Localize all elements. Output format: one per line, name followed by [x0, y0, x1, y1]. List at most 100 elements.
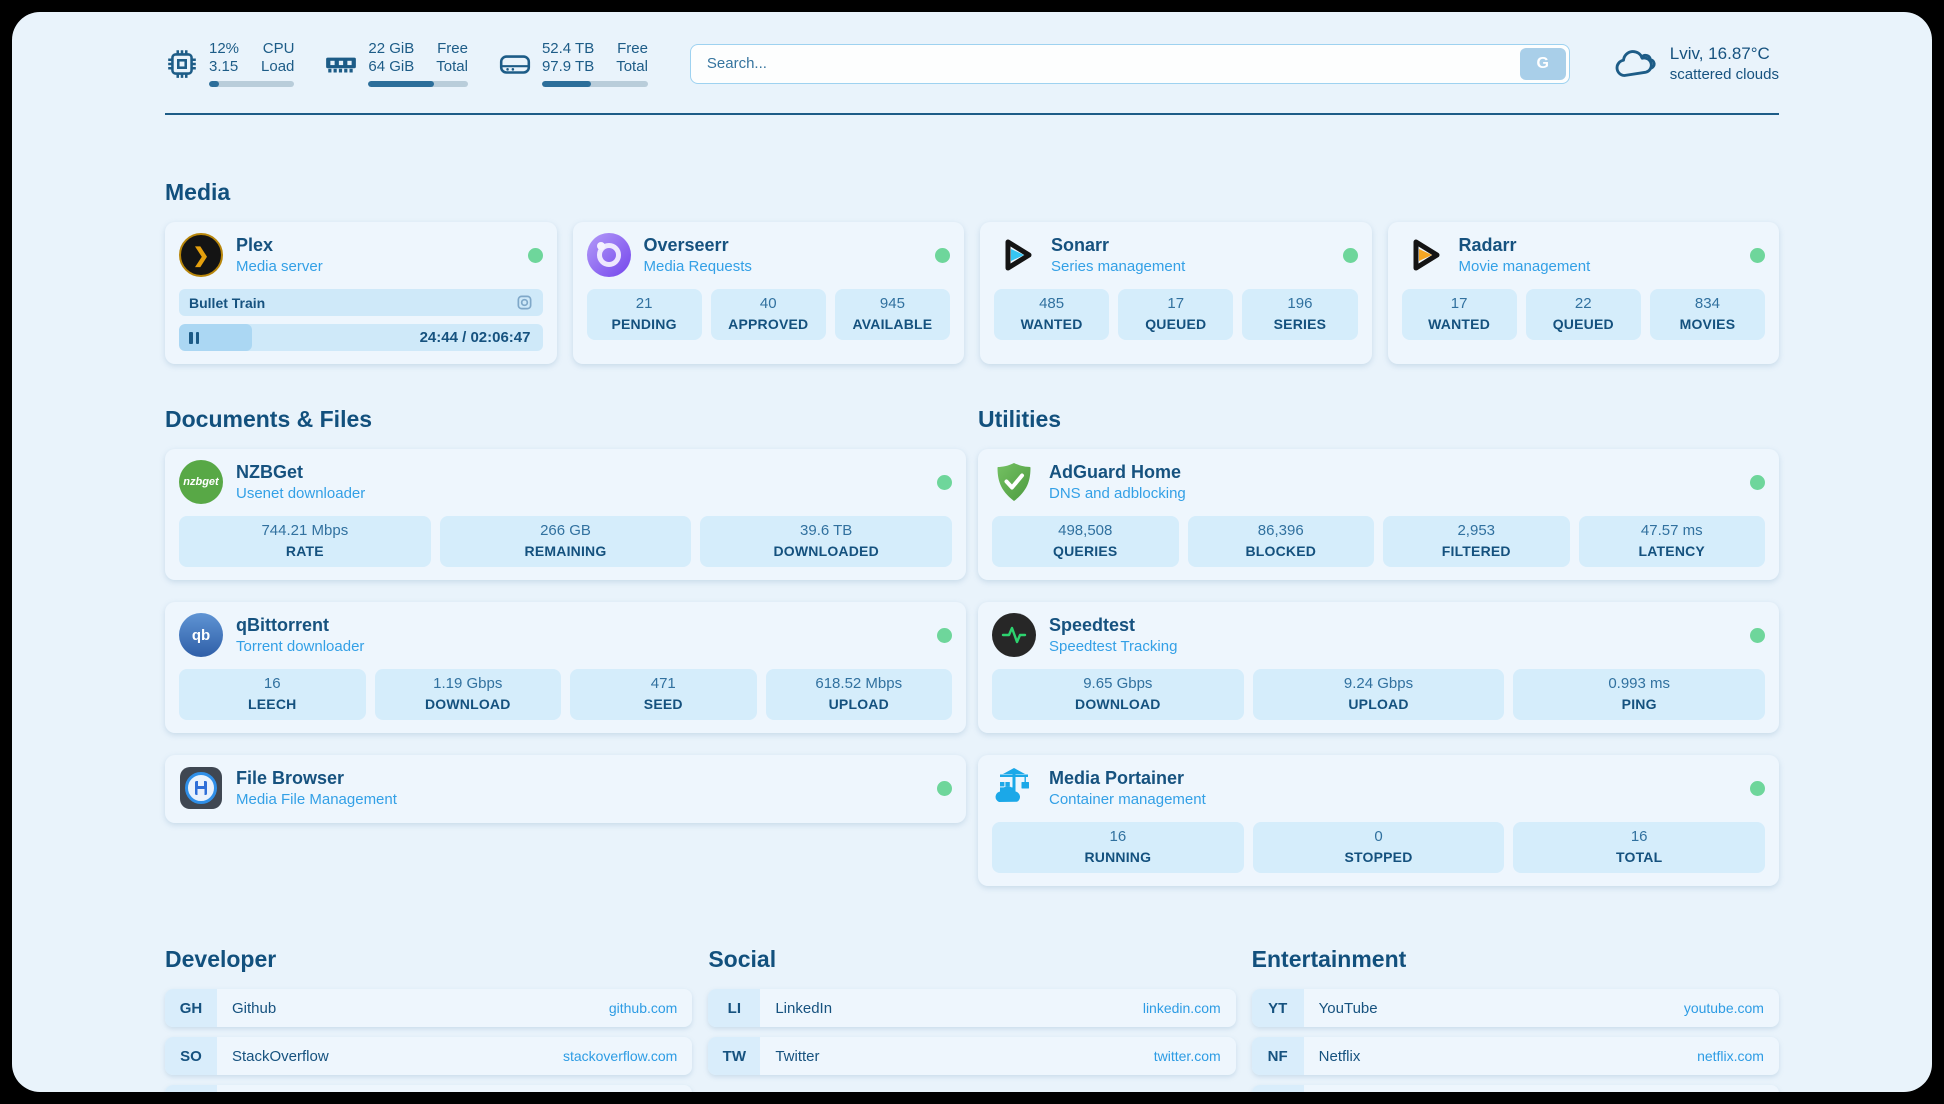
disk-progress-fill: [542, 81, 591, 87]
qbittorrent-subtitle: Torrent downloader: [236, 638, 364, 655]
stat-total: 16 TOTAL: [1513, 822, 1765, 873]
overseerr-subtitle: Media Requests: [644, 258, 752, 275]
stat-queries: 498,508 QUERIES: [992, 516, 1179, 567]
radarr-subtitle: Movie management: [1459, 258, 1591, 275]
plex-title: Plex: [236, 235, 323, 256]
overseerr-title: Overseerr: [644, 235, 752, 256]
weather-location: Lviv, 16.87°C: [1670, 44, 1779, 64]
sonarr-card[interactable]: Sonarr Series management 485 WANTED 17 Q…: [980, 222, 1372, 364]
portainer-crane-icon: [992, 766, 1036, 810]
session-info-icon[interactable]: [516, 294, 533, 311]
sonarr-title: Sonarr: [1051, 235, 1185, 256]
ram-icon: [324, 47, 358, 81]
stat-download: 1.19 Gbps DOWNLOAD: [375, 669, 562, 720]
speedtest-status-dot: [1750, 628, 1765, 643]
ram-label-1: Free: [436, 40, 468, 58]
radarr-status-dot: [1750, 248, 1765, 263]
cpu-usage-value: 12%: [209, 40, 239, 58]
nzbget-card[interactable]: nzbget NZBGet Usenet downloader 744.21 M…: [165, 449, 966, 580]
link-github[interactable]: GH Github github.com: [165, 989, 692, 1027]
link-netflix[interactable]: NF Netflix netflix.com: [1252, 1037, 1779, 1075]
adguard-icon: [992, 460, 1036, 504]
pause-icon[interactable]: [189, 332, 199, 344]
cpu-load-value: 3.15: [209, 58, 239, 76]
nzbget-subtitle: Usenet downloader: [236, 485, 365, 502]
qbittorrent-card[interactable]: qb qBittorrent Torrent downloader 16 LEE…: [165, 602, 966, 733]
nzbget-icon: nzbget: [179, 460, 223, 504]
nzbget-title: NZBGet: [236, 462, 365, 483]
speedtest-card[interactable]: Speedtest Speedtest Tracking 9.65 Gbps D…: [978, 602, 1779, 733]
ram-widget: 22 GiB Free 64 GiB Total: [324, 40, 468, 87]
disk-free-value: 52.4 TB: [542, 40, 594, 58]
cloud-icon: [1612, 44, 1658, 84]
link-linkedin[interactable]: LI LinkedIn linkedin.com: [708, 989, 1235, 1027]
radarr-title: Radarr: [1459, 235, 1591, 256]
qbittorrent-icon: qb: [179, 613, 223, 657]
section-title-developer: Developer: [165, 946, 692, 973]
adguard-title: AdGuard Home: [1049, 462, 1186, 483]
plex-now-playing-title: Bullet Train: [189, 295, 265, 311]
top-bar: 12% CPU 3.15 Load: [165, 12, 1779, 87]
stat-rate: 744.21 Mbps RATE: [179, 516, 431, 567]
stat-queued: 17 QUEUED: [1118, 289, 1233, 340]
linkedin-icon: LI: [708, 989, 760, 1027]
github-icon: GH: [165, 989, 217, 1027]
stat-downloaded: 39.6 TB DOWNLOADED: [700, 516, 952, 567]
overseerr-icon: [587, 233, 631, 277]
section-title-media: Media: [165, 179, 1779, 206]
radarr-card[interactable]: Radarr Movie management 17 WANTED 22 QUE…: [1388, 222, 1780, 364]
section-title-utilities: Utilities: [978, 406, 1779, 433]
adguard-card[interactable]: AdGuard Home DNS and adblocking 498,508 …: [978, 449, 1779, 580]
link-youtube[interactable]: YT YouTube youtube.com: [1252, 989, 1779, 1027]
section-title-social: Social: [708, 946, 1235, 973]
filebrowser-title: File Browser: [236, 768, 397, 789]
filebrowser-card[interactable]: File Browser Media File Management: [165, 755, 966, 823]
disk-label-1: Free: [616, 40, 648, 58]
qbittorrent-status-dot: [937, 628, 952, 643]
sonarr-status-dot: [1343, 248, 1358, 263]
twitter-icon: TW: [708, 1037, 760, 1075]
cpu-label-2: Load: [261, 58, 294, 76]
search-engine-button[interactable]: G: [1520, 48, 1566, 80]
adguard-subtitle: DNS and adblocking: [1049, 485, 1186, 502]
link-twitter[interactable]: TW Twitter twitter.com: [708, 1037, 1235, 1075]
stat-series: 196 SERIES: [1242, 289, 1357, 340]
plex-playback-progress: 24:44 / 02:06:47: [179, 324, 543, 351]
cpu-chip-icon: [165, 47, 199, 81]
portainer-card[interactable]: Media Portainer Container management 16 …: [978, 755, 1779, 886]
reddit-icon: RE: [1252, 1085, 1304, 1092]
stat-ping: 0.993 ms PING: [1513, 669, 1765, 720]
speedtest-subtitle: Speedtest Tracking: [1049, 638, 1177, 655]
developer-section: Developer GH Github github.com SO StackO…: [165, 946, 692, 1092]
stat-running: 16 RUNNING: [992, 822, 1244, 873]
entertainment-section: Entertainment YT YouTube youtube.com NF …: [1252, 946, 1779, 1092]
speedtest-title: Speedtest: [1049, 615, 1177, 636]
cpu-progress-track: [209, 81, 294, 87]
overseerr-card[interactable]: Overseerr Media Requests 21 PENDING 40 A…: [573, 222, 965, 364]
ram-progress-fill: [368, 81, 434, 87]
system-stats: 12% CPU 3.15 Load: [165, 40, 648, 87]
youtube-icon: YT: [1252, 989, 1304, 1027]
speedtest-icon: [992, 613, 1036, 657]
plex-icon: ❯: [179, 233, 223, 277]
cpu-label-1: CPU: [261, 40, 294, 58]
dashboard: 12% CPU 3.15 Load: [12, 12, 1932, 1092]
weather-widget: Lviv, 16.87°C scattered clouds: [1612, 44, 1779, 84]
weather-condition: scattered clouds: [1670, 66, 1779, 83]
plex-status-dot: [528, 248, 543, 263]
stat-wanted: 485 WANTED: [994, 289, 1109, 340]
header-divider: [165, 113, 1779, 115]
search-bar: G: [690, 44, 1570, 84]
stat-upload: 618.52 Mbps UPLOAD: [766, 669, 953, 720]
disk-icon: [498, 47, 532, 81]
filebrowser-subtitle: Media File Management: [236, 791, 397, 808]
link-dev[interactable]: DT DEV dev.to: [165, 1085, 692, 1092]
link-reddit[interactable]: RE Reddit reddit.com: [1252, 1085, 1779, 1092]
plex-card[interactable]: ❯ Plex Media server Bullet Train: [165, 222, 557, 364]
stat-available: 945 AVAILABLE: [835, 289, 950, 340]
link-stackoverflow[interactable]: SO StackOverflow stackoverflow.com: [165, 1037, 692, 1075]
search-input[interactable]: [690, 44, 1570, 84]
adguard-status-dot: [1750, 475, 1765, 490]
plex-subtitle: Media server: [236, 258, 323, 275]
stat-wanted: 17 WANTED: [1402, 289, 1517, 340]
